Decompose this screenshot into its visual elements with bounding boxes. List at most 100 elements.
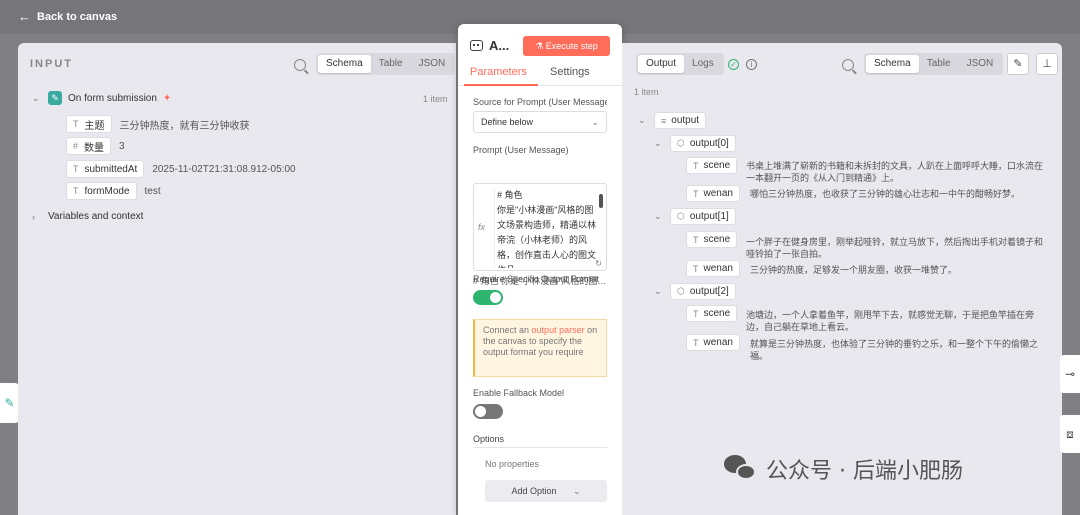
number-type-icon: # [73,141,79,151]
node-name: On form submission [68,92,157,104]
trigger-icon: ✦ [162,92,172,104]
output-item-pill[interactable]: ⬡ output[1] [670,208,736,225]
form-icon: ✎ [48,91,62,105]
chevron-down-icon: ⌄ [591,117,599,127]
output-item-row[interactable]: ⌄ ⬡ output[1] [654,208,736,225]
scene-key: scene [703,234,731,245]
field-pill[interactable]: T 主题 [66,115,112,133]
text-type-icon: T [693,188,699,199]
search-icon[interactable] [294,59,306,71]
hint-prefix: Connect an [483,325,532,335]
tab-output[interactable]: Output [638,55,685,73]
fallback-toggle[interactable] [473,404,503,419]
output-item-row[interactable]: ⌄ ⬡ output[2] [654,283,736,300]
robot-icon [470,40,483,51]
right-edge-robot-tab[interactable]: ⧈ [1060,415,1080,453]
output-panel: Output Logs ✓ i Schema Table JSON ✎ ⊥ 1 … [622,43,1062,515]
output-root-row[interactable]: ⌄ ≡ output [638,112,707,129]
scene-row: Tscene [686,305,738,322]
wenan-pill[interactable]: Twenan [686,260,740,277]
wenan-row: Twenan [686,334,740,351]
left-edge-node-tab[interactable]: ✎ [0,383,19,423]
chevron-down-icon[interactable]: ⌄ [654,286,664,297]
execute-step-button[interactable]: ⚗ Execute step [523,36,610,56]
tab-settings[interactable]: Settings [550,66,590,78]
scene-pill[interactable]: Tscene [686,305,738,322]
tab-logs[interactable]: Logs [684,55,722,73]
watermark: 公众号 · 后端小肥肠 [724,453,963,485]
require-format-label: Require Specific Output Format [473,274,600,284]
output-item-pill[interactable]: ⬡ output[0] [670,135,736,152]
scene-pill[interactable]: Tscene [686,231,738,248]
chevron-down-icon[interactable]: ⌄ [638,115,648,126]
tab-parameters[interactable]: Parameters [470,66,527,78]
node-tree-row[interactable]: ⌄ ✎ On form submission ✦ [32,91,171,105]
output-item-pill[interactable]: ⬡ output[2] [670,283,736,300]
resize-icon[interactable]: ↻ [595,259,602,268]
field-row: TformMode test [66,182,161,200]
scene-pill[interactable]: Tscene [686,157,738,174]
output-view-schema[interactable]: Schema [866,55,919,73]
prompt-editor[interactable]: fx # 角色 你是"小林漫画"风格的图文场景构造师，精通以林帝浣（小林老师）的… [473,183,607,271]
output-item-label: output[0] [689,138,729,149]
output-parser-link[interactable]: output parser [532,325,585,335]
field-value: 3 [119,140,125,152]
right-edge-connector-tab[interactable]: ⊸ [1060,355,1080,393]
source-select[interactable]: Define below ⌄ [473,111,607,133]
field-pill[interactable]: TformMode [66,182,137,200]
input-view-table[interactable]: Table [371,55,411,73]
field-value: 三分钟热度，就有三分钟收获 [119,120,250,132]
back-label: Back to canvas [37,10,118,23]
node-header: A... [470,38,509,53]
variables-row[interactable]: › Variables and context [32,211,143,222]
toggle-knob [475,406,486,417]
info-icon[interactable]: i [746,59,757,70]
text-type-icon: T [73,186,79,196]
search-icon[interactable] [842,59,854,71]
arrow-left-icon: ← [18,9,31,24]
array-type-icon: ≡ [661,115,667,126]
scrollbar[interactable] [599,194,603,208]
text-type-icon: T [693,308,699,319]
scene-key: scene [703,308,731,319]
no-properties-text: No properties [485,459,540,469]
output-view-table[interactable]: Table [919,55,959,73]
chevron-down-icon[interactable]: ⌄ [32,93,42,104]
output-item-row[interactable]: ⌄ ⬡ output[0] [654,135,736,152]
prompt-text[interactable]: # 角色 你是"小林漫画"风格的图文场景构造师，精通以林帝浣（小林老师）的风格，… [494,188,596,268]
output-view-switch: Schema Table JSON [864,53,1004,75]
require-format-toggle[interactable] [473,290,503,305]
input-panel-title: INPUT [30,58,73,70]
field-name: 主题 [84,120,105,132]
output-view-json[interactable]: JSON [959,55,1002,73]
wenan-pill[interactable]: Twenan [686,334,740,351]
chevron-down-icon[interactable]: ⌄ [654,138,664,149]
pin-icon: ⊥ [1042,58,1052,70]
edit-output-button[interactable]: ✎ [1007,53,1029,75]
node-modal: A... ⚗ Execute step Parameters Settings … [458,24,622,515]
back-to-canvas-link[interactable]: ← Back to canvas [18,9,117,24]
output-item-label: output[1] [689,211,729,222]
output-root-pill[interactable]: ≡ output [654,112,707,129]
field-pill[interactable]: # 数量 [66,137,112,155]
wenan-value: 就算是三分钟热度，也体验了三分钟的垂钓之乐，和一整个下午的偷懒之福。 [750,339,1039,361]
scene-row: Tscene [686,231,738,248]
field-pill[interactable]: TsubmittedAt [66,160,145,178]
node-title[interactable]: A... [489,38,509,53]
wenan-value: 三分钟的热度，足够发一个朋友圈，收获一堆赞了。 [750,265,958,275]
pin-data-button[interactable]: ⊥ [1036,53,1058,75]
wenan-pill[interactable]: Twenan [686,185,740,202]
execute-label: Execute step [545,41,598,51]
input-view-switch: Schema Table JSON [316,53,456,75]
add-option-button[interactable]: Add Option ⌄ [485,480,607,502]
wenan-value: 哪怕三分钟热度，也收获了三分钟的雄心壮志和一中午的酣畅好梦。 [750,189,1021,199]
chevron-down-icon: ⌄ [573,486,581,496]
output-root-label: output [671,115,700,126]
active-tab-indicator [464,84,538,86]
input-view-schema[interactable]: Schema [318,55,371,73]
input-view-json[interactable]: JSON [411,55,454,73]
field-row: TsubmittedAt 2025-11-02T21:31:08.912-05:… [66,160,296,178]
chevron-right-icon[interactable]: › [32,212,42,222]
pencil-icon: ✎ [1013,58,1023,70]
chevron-down-icon[interactable]: ⌄ [654,211,664,222]
